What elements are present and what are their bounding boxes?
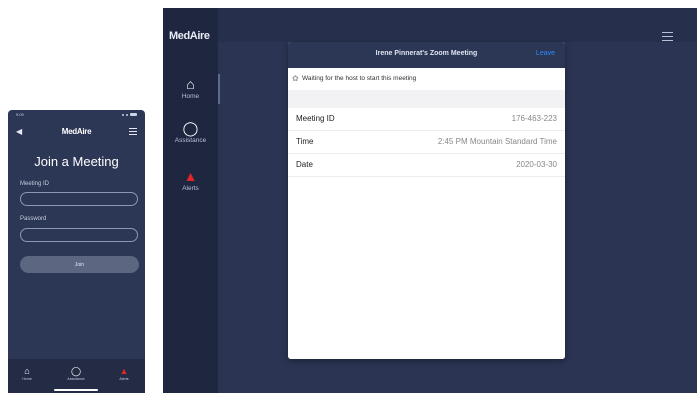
- password-input[interactable]: [20, 228, 138, 242]
- loading-spinner-icon: ✿: [292, 74, 299, 83]
- info-value: 2:45 PM Mountain Standard Time: [437, 137, 557, 146]
- phone-nav-home[interactable]: ⌂ Home: [12, 365, 42, 381]
- meeting-id-label: Meeting ID: [20, 181, 50, 187]
- alert-icon: ▲: [183, 168, 198, 184]
- page-title: Join a Meeting: [34, 154, 119, 169]
- phone-nav-home-label: Home: [22, 377, 32, 381]
- waiting-banner: ✿ Waiting for the host to start this mee…: [288, 68, 565, 90]
- sidebar-item-home[interactable]: ⌂ Home: [163, 76, 218, 100]
- sidebar-item-home-label: Home: [181, 93, 200, 100]
- sidebar-item-alerts-label: Alerts: [182, 185, 199, 192]
- info-value: 2020-03-30: [516, 160, 557, 169]
- phone-nav-assistance[interactable]: ◯ Assistance: [61, 365, 91, 381]
- waiting-text: Waiting for the host to start this meeti…: [302, 75, 417, 82]
- modal-header: Irene Pinnerat's Zoom Meeting Leave: [288, 42, 565, 68]
- headset-icon: ◯: [182, 120, 199, 136]
- phone-bottom-nav: ⌂ Home ◯ Assistance ▲ Alerts: [8, 359, 145, 393]
- headset-icon: ◯: [70, 366, 82, 376]
- status-time: 9:09: [16, 112, 24, 117]
- sidebar-item-assistance-label: Assistance: [174, 137, 207, 144]
- phone-screen: 9:09 ◀ MedAire Join a Meeting Meeting ID…: [8, 110, 145, 393]
- phone-top-bar: ◀ MedAire: [8, 122, 145, 142]
- wifi-icon: [126, 113, 128, 116]
- info-row-time: Time 2:45 PM Mountain Standard Time: [288, 131, 565, 154]
- info-row-date: Date 2020-03-30: [288, 154, 565, 177]
- phone-nav-alerts-label: Alerts: [119, 377, 129, 381]
- meeting-modal: Irene Pinnerat's Zoom Meeting Leave ✿ Wa…: [288, 42, 565, 359]
- phone-nav-assistance-label: Assistance: [67, 377, 85, 381]
- meeting-id-input[interactable]: [20, 192, 138, 206]
- status-icons: [122, 113, 137, 116]
- battery-icon: [130, 113, 137, 116]
- home-indicator: [54, 389, 98, 391]
- section-divider: [288, 90, 565, 108]
- meeting-title: Irene Pinnerat's Zoom Meeting: [375, 50, 478, 57]
- alert-icon: ▲: [119, 366, 129, 376]
- tablet-sidebar: MedAire ⌂ Home ◯ Assistance ▲ Alerts: [163, 8, 218, 393]
- info-key: Meeting ID: [296, 114, 335, 123]
- phone-brand-logo: MedAire: [61, 127, 92, 136]
- signal-icon: [122, 113, 124, 116]
- home-icon: ⌂: [24, 366, 30, 376]
- info-value: 176-463-223: [511, 114, 557, 123]
- sidebar-active-indicator: [218, 74, 220, 104]
- tablet-top-strip: [163, 8, 697, 42]
- home-icon: ⌂: [186, 76, 195, 92]
- info-key: Date: [296, 160, 313, 169]
- info-row-meeting-id: Meeting ID 176-463-223: [288, 108, 565, 131]
- hamburger-menu-icon[interactable]: [129, 128, 137, 137]
- modal-body-empty: [288, 177, 565, 359]
- info-key: Time: [296, 137, 314, 146]
- sidebar-item-alerts[interactable]: ▲ Alerts: [163, 168, 218, 192]
- tablet-brand-logo: MedAire: [169, 30, 210, 42]
- tablet-screen: MedAire ⌂ Home ◯ Assistance ▲ Alerts Ire…: [163, 8, 697, 393]
- password-label: Password: [20, 216, 47, 222]
- phone-nav-alerts[interactable]: ▲ Alerts: [109, 365, 139, 381]
- hamburger-menu-icon[interactable]: [662, 32, 673, 44]
- sidebar-item-assistance[interactable]: ◯ Assistance: [163, 120, 218, 144]
- join-button[interactable]: Join: [20, 256, 139, 273]
- status-bar: 9:09: [8, 110, 145, 120]
- leave-button[interactable]: Leave: [536, 50, 555, 57]
